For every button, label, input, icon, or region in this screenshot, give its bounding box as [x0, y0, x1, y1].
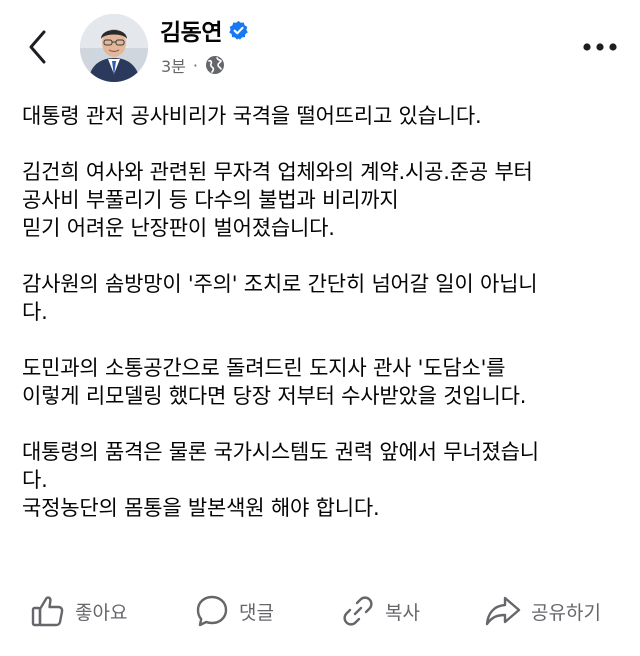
share-button[interactable]: 공유하기	[484, 588, 601, 634]
post-line-blank	[22, 410, 622, 438]
post-line: 대통령의 품격은 물론 국가시스템도 권력 앞에서 무너졌습니	[22, 440, 539, 464]
post-line-blank	[22, 242, 622, 270]
post-line: 공사비 부풀리기 등 다수의 불법과 비리까지	[22, 188, 399, 212]
post-line: 이렇게 리모델링 했다면 당장 저부터 수사받았을 것입니다.	[22, 384, 527, 408]
post-line: 대통령 관저 공사비리가 국격을 떨어뜨리고 있습니다.	[22, 104, 482, 128]
post-line: 믿기 어려운 난장판이 벌어졌습니다.	[22, 216, 335, 240]
author-name[interactable]: 김동연	[160, 13, 222, 47]
post-line: 국정농단의 몸통을 발본색원 해야 합니다.	[22, 496, 380, 520]
copy-label: 복사	[385, 601, 420, 624]
copy-link-button[interactable]: 복사	[340, 588, 420, 634]
post-header: 김동연 3분 ·	[0, 0, 640, 96]
like-button[interactable]: 좋아요	[30, 588, 127, 634]
comment-label: 댓글	[239, 601, 274, 624]
post-line: 다.	[22, 300, 48, 324]
post-line: 도민과의 소통공간으로 돌려드린 도지사 관사 '도담소'를	[22, 356, 506, 380]
action-bar: 좋아요 댓글 복사 공유하기	[0, 588, 640, 634]
post-screen: 김동연 3분 · 대통령 관저 공사비리가 국격을 떨어뜨리고 있습니다. 김건…	[0, 0, 640, 656]
verified-badge-icon	[228, 20, 249, 41]
share-label: 공유하기	[531, 601, 601, 624]
link-icon	[343, 596, 373, 626]
post-line: 김건희 여사와 관련된 무자격 업체와의 계약.시공.준공 부터	[22, 160, 533, 184]
post-text: 대통령 관저 공사비리가 국격을 떨어뜨리고 있습니다. 김건희 여사와 관련된…	[22, 102, 622, 522]
like-label: 좋아요	[75, 601, 128, 624]
post-line: 감사원의 솜방망이 '주의' 조치로 간단히 넘어갈 일이 아닙니	[22, 272, 538, 296]
avatar-portrait-image	[80, 14, 148, 82]
chevron-left-icon	[29, 30, 46, 64]
post-line: 다.	[22, 468, 48, 492]
more-options-button[interactable]	[580, 34, 620, 60]
globe-icon	[205, 55, 225, 75]
post-line-blank	[22, 130, 622, 158]
avatar[interactable]	[80, 14, 148, 82]
share-arrow-icon	[485, 596, 521, 626]
comment-button[interactable]: 댓글	[194, 588, 274, 634]
meta-separator: ·	[192, 55, 198, 75]
more-dots-icon	[583, 43, 617, 51]
post-time[interactable]: 3분	[161, 53, 186, 77]
post-meta: 3분 ·	[161, 52, 225, 78]
author-row: 김동연	[160, 14, 249, 46]
comment-bubble-icon	[196, 595, 228, 627]
back-button[interactable]	[22, 27, 56, 67]
post-line-blank	[22, 326, 622, 354]
thumbs-up-icon	[31, 596, 64, 627]
